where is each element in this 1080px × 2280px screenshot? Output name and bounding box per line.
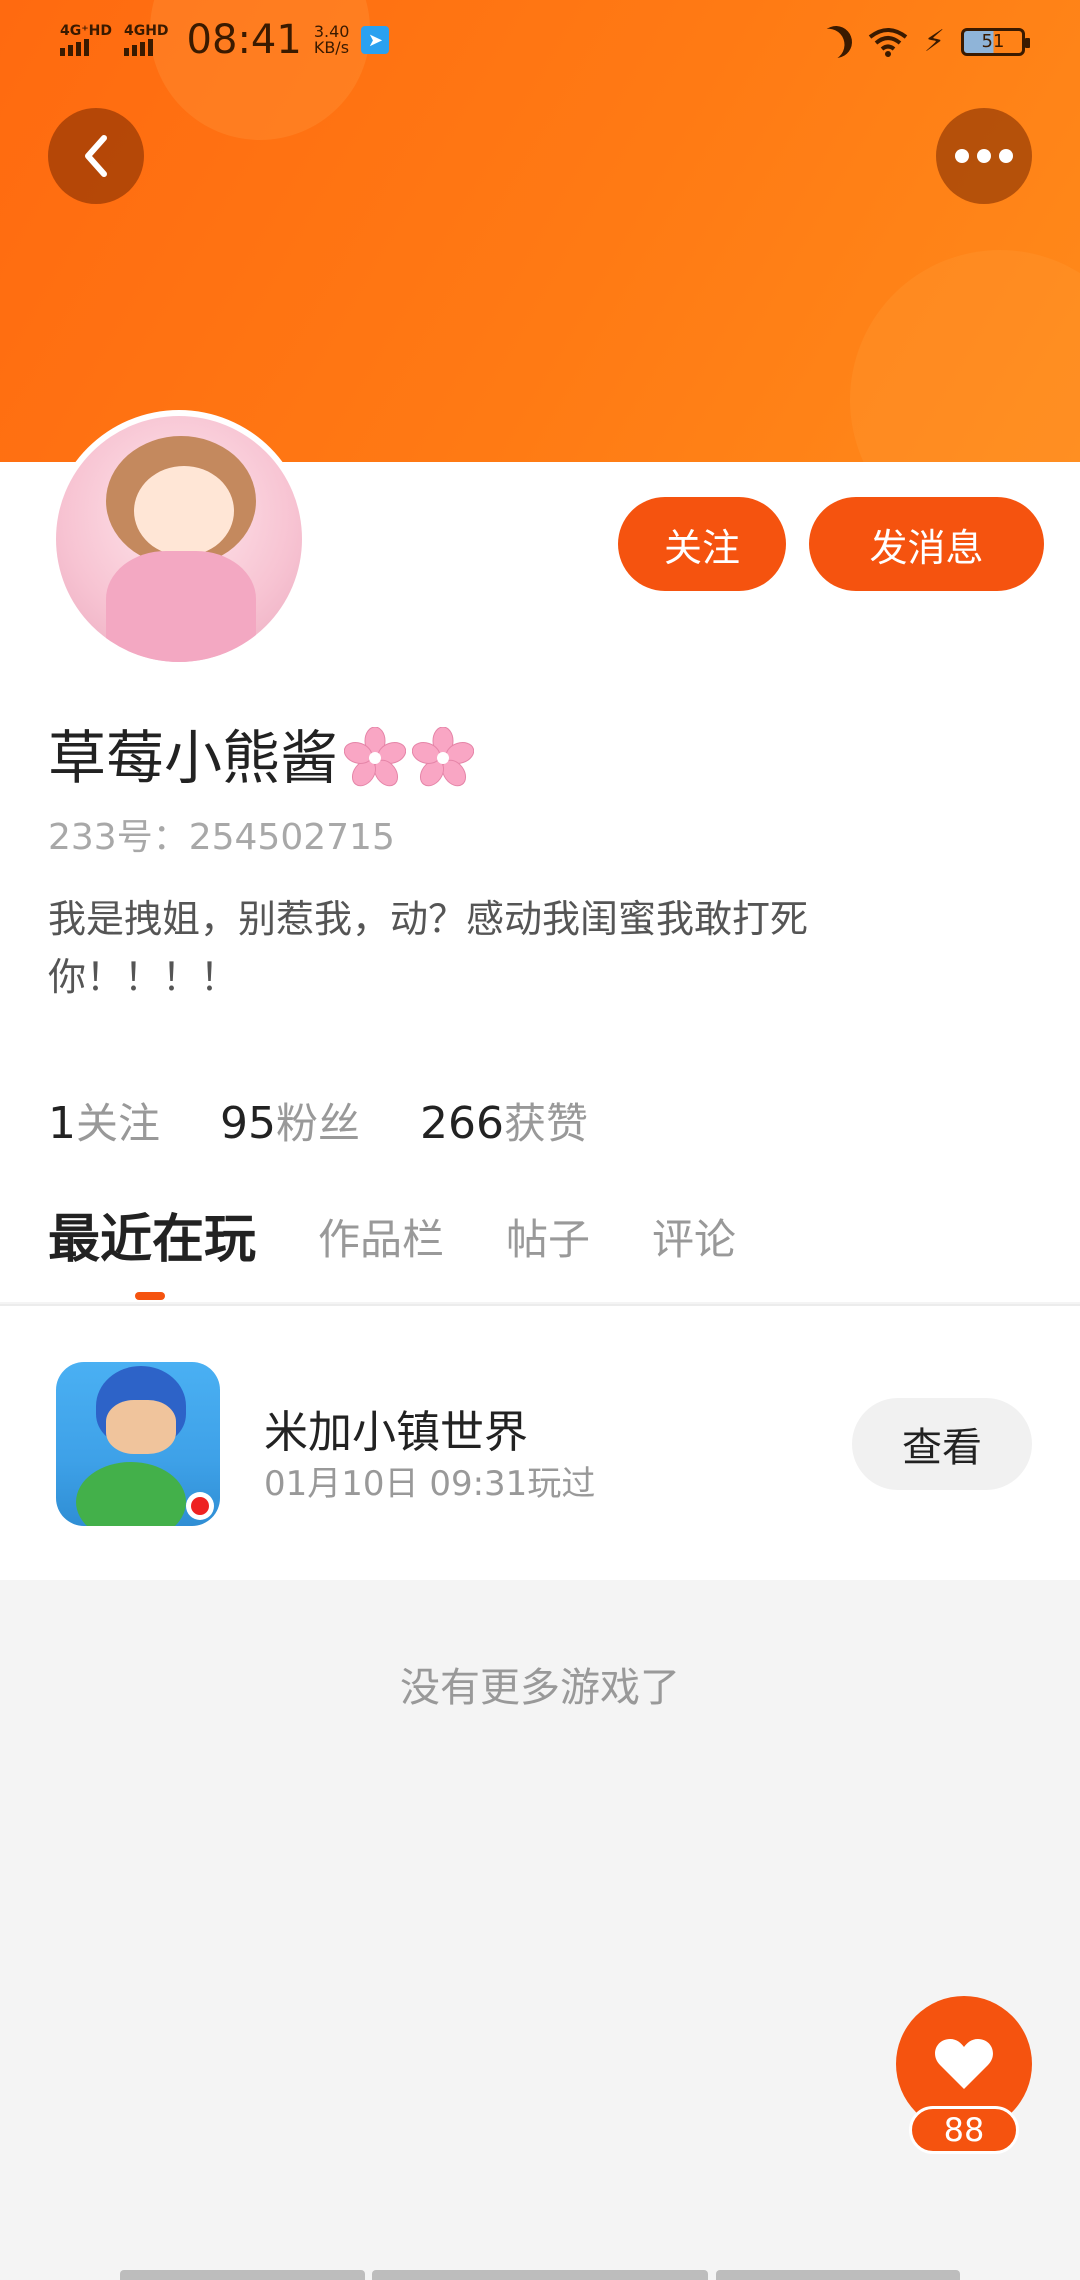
stat-likes[interactable]: 266获赞: [420, 1090, 588, 1151]
like-count: 88: [909, 2106, 1019, 2154]
profile-banner: 4G⁺HD 4GHD 08:41 3.40 KB/s ➤ ⚡ 51: [0, 0, 1080, 462]
wifi-icon: [868, 27, 908, 57]
stat-following[interactable]: 1关注: [48, 1090, 160, 1151]
view-button[interactable]: 查看: [852, 1398, 1032, 1490]
banner-decoration: [850, 250, 1080, 462]
profile-stats: 1关注 95粉丝 266获赞: [48, 1090, 588, 1151]
clock: 08:41: [186, 17, 302, 63]
nav-bar-segment: [120, 2270, 365, 2280]
profile-tabs: 最近在玩 作品栏 帖子 评论: [0, 1200, 1080, 1306]
follow-button[interactable]: 关注: [618, 497, 786, 591]
heart-icon: [935, 2039, 993, 2089]
nav-bar-segment: [716, 2270, 960, 2280]
signal-indicator: 4G⁺HD: [60, 24, 112, 56]
chevron-left-icon: [85, 135, 107, 177]
avatar-image: [56, 416, 302, 662]
status-bar: 4G⁺HD 4GHD 08:41 3.40 KB/s ➤ ⚡ 51: [0, 0, 1080, 84]
more-button[interactable]: [936, 108, 1032, 204]
tab-posts[interactable]: 帖子: [506, 1200, 590, 1280]
game-icon: [56, 1362, 220, 1526]
bio-text: 我是拽姐，别惹我，动？感动我闺蜜我敢打死你！！！！: [48, 897, 809, 999]
battery-icon: 51: [961, 27, 1030, 56]
sakura-icon: [411, 726, 475, 789]
message-button[interactable]: 发消息: [809, 497, 1044, 591]
tab-works[interactable]: 作品栏: [318, 1200, 444, 1280]
more-dots-icon: [955, 149, 1013, 163]
back-button[interactable]: [48, 108, 144, 204]
notification-app-icon: ➤: [361, 26, 390, 54]
nav-bar-segment: [372, 2270, 708, 2280]
user-id: 233号：254502715: [48, 817, 395, 858]
game-title: 米加小镇世界: [264, 1407, 528, 1458]
signal-indicator: 4GHD: [123, 24, 169, 56]
moon-icon: [815, 21, 856, 62]
sakura-icon: [343, 726, 407, 789]
game-list-item[interactable]: 米加小镇世界 01月10日 09:31玩过 查看: [0, 1306, 1080, 1580]
tab-comments[interactable]: 评论: [652, 1200, 736, 1280]
avatar[interactable]: [50, 410, 308, 668]
stat-fans[interactable]: 95粉丝: [220, 1090, 360, 1151]
network-rate: 3.40 KB/s: [313, 22, 350, 57]
no-more-text: 没有更多游戏了: [400, 1665, 680, 1711]
charging-icon: ⚡: [923, 24, 945, 59]
nickname: 草莓小熊酱: [48, 718, 475, 798]
like-button[interactable]: 88: [896, 1996, 1032, 2154]
game-played-time: 01月10日 09:31玩过: [264, 1464, 596, 1504]
tab-recent-play[interactable]: 最近在玩: [48, 1200, 256, 1300]
